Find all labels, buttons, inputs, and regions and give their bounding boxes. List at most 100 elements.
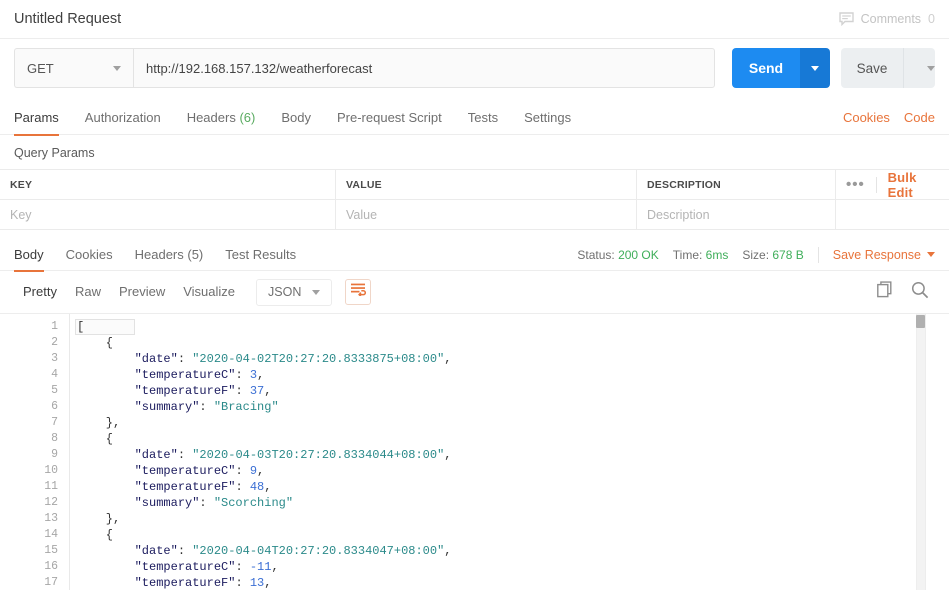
code-line: "temperatureC": -11,	[134, 560, 279, 574]
send-button[interactable]: Send	[732, 48, 800, 88]
word-wrap-button[interactable]	[345, 279, 372, 305]
format-preview[interactable]: Preview	[110, 279, 174, 305]
request-url-input[interactable]: http://192.168.157.132/weatherforecast	[133, 48, 715, 88]
tab-params[interactable]: Params	[14, 101, 59, 136]
format-pretty[interactable]: Pretty	[14, 279, 66, 305]
save-options-button[interactable]	[903, 48, 935, 88]
save-response-button[interactable]: Save Response	[833, 248, 935, 262]
response-actions	[877, 281, 935, 304]
search-icon[interactable]	[911, 281, 929, 304]
comment-icon	[838, 12, 854, 27]
line-number: 2	[51, 336, 58, 349]
chevron-down-icon	[927, 252, 935, 257]
divider	[817, 246, 819, 263]
response-language-select[interactable]: JSON	[256, 278, 333, 306]
request-titlebar: Untitled Request Comments 0	[0, 0, 949, 38]
line-number: 6	[51, 400, 58, 413]
bulk-edit-link[interactable]: Bulk Edit	[888, 170, 935, 200]
chevron-down-icon	[811, 65, 819, 71]
code-line: "date": "2020-04-02T20:27:20.8333875+08:…	[134, 352, 452, 366]
send-options-button[interactable]	[800, 48, 830, 88]
line-number: 3	[51, 352, 58, 365]
response-tab-headers[interactable]: Headers (5)	[135, 239, 204, 271]
line-number: 9	[51, 448, 58, 461]
size-label: Size:	[742, 247, 770, 262]
line-number: 4	[51, 368, 58, 381]
line-number: 14	[44, 528, 58, 541]
code-line: },	[77, 416, 121, 430]
line-number: 15	[44, 544, 58, 557]
tab-settings[interactable]: Settings	[524, 101, 571, 135]
response-tabs: Body Cookies Headers (5) Test Results St…	[0, 239, 949, 272]
tab-headers-label: Headers	[186, 109, 236, 125]
more-options-icon[interactable]: •••	[846, 177, 865, 192]
format-raw[interactable]: Raw	[66, 279, 110, 305]
tab-authorization[interactable]: Authorization	[85, 101, 161, 135]
send-group: Send	[732, 48, 830, 88]
param-value-input[interactable]: Value	[336, 200, 637, 229]
table-row: Key Value Description	[0, 200, 949, 230]
cookies-link[interactable]: Cookies	[843, 110, 890, 125]
request-tabs: Params Authorization Headers (6) Body Pr…	[0, 101, 949, 136]
status-label: Status:	[577, 247, 615, 262]
size-badge: Size: 678 B	[742, 248, 803, 262]
code-scroll: 123456789101112131415161718 [ { "date": …	[0, 314, 949, 590]
response-body-viewer[interactable]: 123456789101112131415161718 [ { "date": …	[0, 313, 949, 590]
code-link[interactable]: Code	[904, 110, 935, 125]
comments-control[interactable]: Comments 0	[838, 12, 935, 27]
param-description-input[interactable]: Description	[637, 200, 836, 229]
line-number: 8	[51, 432, 58, 445]
line-number: 1	[51, 320, 58, 333]
status-badge: Status: 200 OK	[577, 248, 658, 262]
http-method-select[interactable]: GET	[14, 48, 133, 88]
page-title: Untitled Request	[14, 11, 122, 27]
tab-settings-label: Settings	[524, 109, 572, 125]
response-tab-body[interactable]: Body	[14, 239, 44, 272]
divider	[875, 176, 877, 193]
response-tab-headers-label: Headers	[134, 246, 184, 262]
line-number: 11	[44, 480, 58, 493]
response-tab-body-label: Body	[14, 246, 44, 262]
table-row-actions	[836, 200, 949, 229]
json-code-content[interactable]: [ { "date": "2020-04-02T20:27:20.8333875…	[70, 314, 949, 590]
format-visualize[interactable]: Visualize	[174, 279, 244, 305]
table-header-row: KEY VALUE DESCRIPTION ••• Bulk Edit	[0, 170, 949, 200]
tab-headers-count: (6)	[239, 109, 256, 125]
column-header-key: KEY	[0, 170, 336, 199]
save-group: Save	[841, 48, 935, 88]
response-meta: Status: 200 OK Time: 6ms Size: 678 B Sav…	[577, 246, 935, 263]
code-line: "temperatureF": 37,	[134, 384, 272, 398]
code-line: "summary": "Bracing"	[134, 400, 279, 414]
response-tab-test-results[interactable]: Test Results	[225, 239, 296, 271]
param-key-input[interactable]: Key	[0, 200, 336, 229]
save-response-label: Save Response	[832, 247, 921, 262]
tab-authorization-label: Authorization	[84, 109, 161, 125]
code-line: {	[77, 432, 114, 446]
code-line: "temperatureF": 48,	[134, 480, 272, 494]
line-number-gutter: 123456789101112131415161718	[0, 314, 70, 590]
copy-icon[interactable]	[877, 281, 894, 303]
tab-pre-request-script[interactable]: Pre-request Script	[337, 101, 442, 135]
code-line: "date": "2020-04-03T20:27:20.8334044+08:…	[134, 448, 452, 462]
tab-pre-request-script-label: Pre-request Script	[336, 109, 442, 125]
response-tab-headers-count: (5)	[187, 246, 204, 262]
response-tab-test-results-label: Test Results	[225, 246, 297, 262]
tab-headers[interactable]: Headers (6)	[187, 101, 256, 135]
code-line: "temperatureC": 9,	[134, 464, 265, 478]
response-tab-cookies[interactable]: Cookies	[66, 239, 113, 271]
tab-body[interactable]: Body	[281, 101, 311, 135]
tab-body-label: Body	[281, 109, 311, 125]
tab-tests[interactable]: Tests	[468, 101, 498, 135]
response-language-label: JSON	[268, 285, 302, 299]
comments-count: 0	[928, 12, 935, 26]
code-line: "temperatureF": 13,	[134, 576, 272, 590]
chevron-down-icon	[312, 289, 321, 295]
line-number: 5	[51, 384, 58, 397]
time-badge: Time: 6ms	[673, 248, 729, 262]
code-line: "temperatureC": 3,	[134, 368, 265, 382]
code-line: },	[77, 512, 121, 526]
request-tabs-links: Cookies Code	[843, 110, 935, 125]
save-button[interactable]: Save	[841, 48, 903, 88]
status-value: 200 OK	[618, 247, 659, 262]
code-line: "summary": "Scorching"	[134, 496, 294, 510]
